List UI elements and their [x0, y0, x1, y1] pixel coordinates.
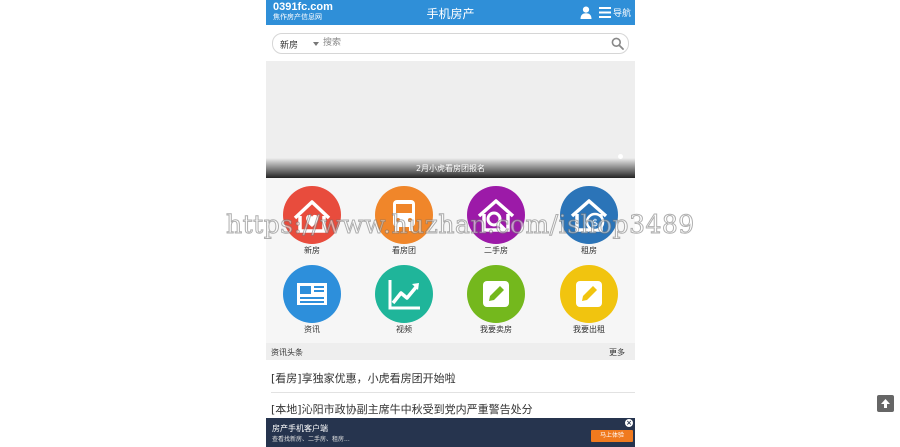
grid-item-label: 资讯 — [304, 325, 320, 334]
watermark: https://www.huzhan.com/ishop3489 — [226, 210, 695, 240]
grid-item-label: 我要出租 — [573, 325, 605, 334]
banner-caption: 2月小虎看房团报名 — [415, 164, 486, 173]
app-download-banner: 房产手机客户端 查看找新房、二手房、租房... × 马上体验 — [266, 418, 635, 447]
news-item[interactable]: [看房]享独家优惠，小虎看房团开始啦 — [271, 370, 633, 386]
grid-item-label: 我要卖房 — [480, 325, 512, 334]
carousel-indicator[interactable] — [618, 154, 623, 159]
pencil-note-icon — [467, 265, 525, 323]
promo-title: 房产手机客户端 — [272, 424, 328, 433]
grid-item-lease-out[interactable]: 我要出租 — [549, 265, 629, 335]
chevron-down-icon[interactable] — [313, 42, 319, 46]
news-more-link[interactable]: 更多 — [609, 347, 625, 358]
search-icon[interactable] — [611, 37, 624, 50]
back-to-top-button[interactable] — [877, 395, 894, 412]
news-item[interactable]: [本地]沁阳市政协副主席牛中秋受到党内严重警告处分 — [271, 401, 633, 417]
category-grid: 新房 看房团 二手房 $ 租房 资讯 视频 我要卖房 我要出租 — [266, 178, 635, 343]
grid-item-label: 新房 — [304, 246, 320, 255]
news-section-title: 资讯头条 — [271, 348, 303, 357]
grid-item-label: 视频 — [396, 325, 412, 334]
grid-item-news[interactable]: 资讯 — [272, 265, 352, 335]
search-input[interactable] — [323, 36, 603, 50]
grid-item-label: 二手房 — [484, 246, 508, 255]
grid-item-video[interactable]: 视频 — [364, 265, 444, 335]
menu-icon[interactable] — [599, 7, 611, 18]
newspaper-icon — [283, 265, 341, 323]
close-icon[interactable]: × — [625, 419, 633, 427]
news-section-header: 资讯头条 更多 — [266, 343, 635, 360]
nav-button[interactable]: 导航 — [613, 6, 631, 19]
app-header: 0391fc.com 焦作房产信息网 手机房产 导航 — [266, 0, 635, 25]
user-icon[interactable] — [580, 6, 592, 19]
try-now-button[interactable]: 马上体验 — [591, 430, 633, 442]
grid-item-label: 租房 — [581, 246, 597, 255]
promo-subtitle: 查看找新房、二手房、租房... — [272, 436, 350, 443]
pencil-note-icon — [560, 265, 618, 323]
search-category-select[interactable]: 新房 — [280, 38, 298, 51]
banner-carousel[interactable]: 2月小虎看房团报名 — [266, 61, 635, 178]
search-bar: 新房 — [272, 33, 629, 54]
grid-item-sell-house[interactable]: 我要卖房 — [456, 265, 536, 335]
divider — [271, 392, 635, 393]
trend-chart-icon — [375, 265, 433, 323]
grid-item-label: 看房团 — [392, 246, 416, 255]
banner-caption-bar: 2月小虎看房团报名 — [266, 158, 635, 178]
